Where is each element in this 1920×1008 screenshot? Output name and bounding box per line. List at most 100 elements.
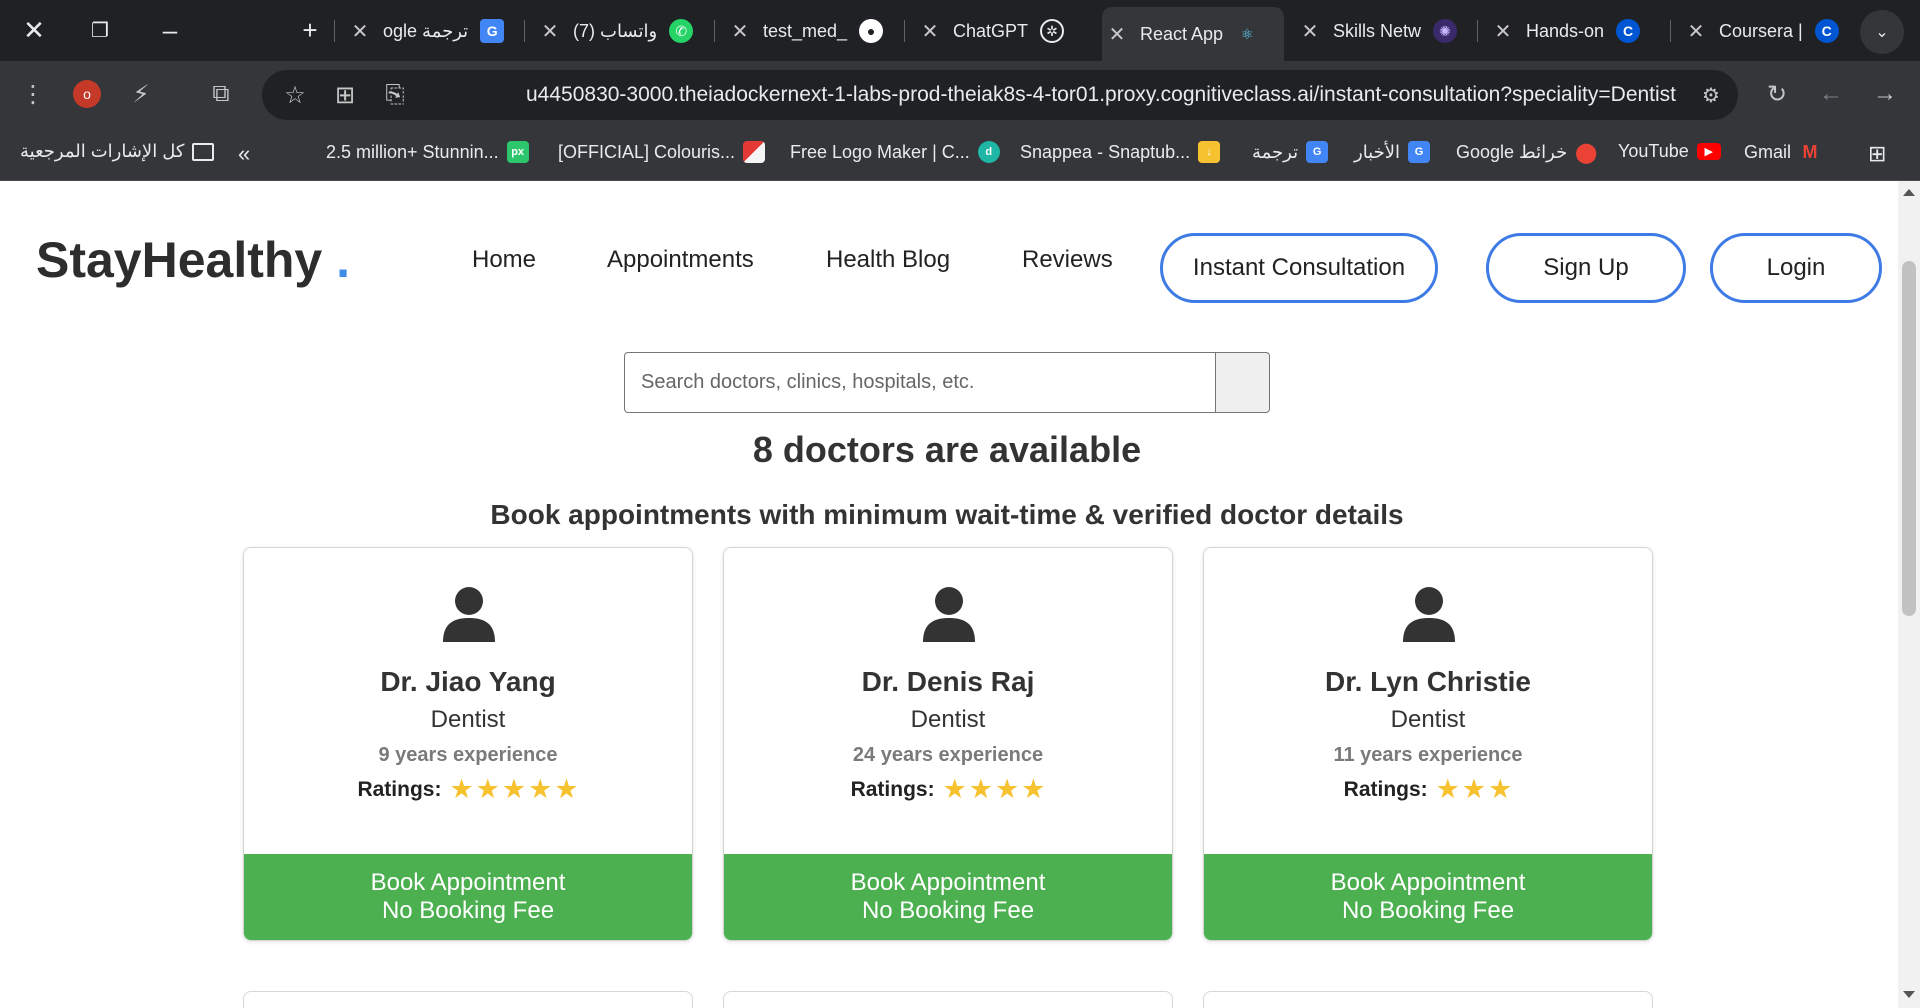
- close-tab-icon[interactable]: ✕: [1488, 19, 1518, 44]
- book-appointment-button[interactable]: Book Appointment No Booking Fee: [724, 854, 1172, 940]
- folder-icon: [192, 142, 215, 161]
- google-news-icon: G: [1408, 141, 1431, 163]
- rating-star-icon: ★: [995, 774, 1020, 804]
- react-icon: ⚛: [1240, 25, 1254, 42]
- hidden-bookmarks-chevron-icon[interactable]: «: [238, 141, 250, 167]
- bookmark-gmail[interactable]: Gmail M: [1744, 141, 1821, 163]
- book-appointment-button[interactable]: Book Appointment No Booking Fee: [244, 854, 692, 940]
- forward-arrow-icon[interactable]: →: [1866, 75, 1904, 113]
- performance-icon[interactable]: ⚡: [122, 75, 160, 113]
- nav-home-link[interactable]: Home: [472, 246, 536, 274]
- close-tab-icon[interactable]: ✕: [535, 19, 565, 44]
- scroll-down-arrow-icon[interactable]: [1903, 991, 1915, 998]
- reload-icon[interactable]: ↻: [1758, 75, 1796, 113]
- bookmark-news[interactable]: الأخبار G: [1354, 141, 1431, 163]
- doctor-rating: Ratings: ★★★★★: [357, 774, 579, 804]
- address-bar[interactable]: ☆ ⊞ ⎘ u4450830-3000.theiadockernext-1-la…: [262, 70, 1738, 120]
- browser-toolbar: ⋮ o ⚡ ⧉ ☆ ⊞ ⎘ u4450830-3000.theiadockern…: [0, 61, 1920, 127]
- back-arrow-icon[interactable]: ←: [1812, 75, 1850, 113]
- restore-window-icon[interactable]: ❐: [70, 0, 130, 61]
- tab-chatgpt[interactable]: ✕ ChatGPT ✲: [915, 9, 1085, 53]
- nav-appointments-link[interactable]: Appointments: [607, 246, 754, 274]
- rating-star-icon: ★: [475, 774, 500, 804]
- translate-page-icon[interactable]: ⊞: [326, 76, 364, 114]
- scroll-up-arrow-icon[interactable]: [1903, 189, 1915, 196]
- nav-reviews-link[interactable]: Reviews: [1022, 246, 1113, 274]
- doctor-card: [243, 991, 693, 1008]
- google-translate-icon: G: [1306, 141, 1329, 163]
- pixabay-icon: px: [506, 141, 529, 163]
- rating-star-icon: ★: [1488, 774, 1513, 804]
- rating-star-icon: ★: [968, 774, 993, 804]
- search-input[interactable]: [624, 352, 1216, 413]
- instant-consultation-button[interactable]: Instant Consultation: [1160, 233, 1438, 303]
- skills-network-icon: ✺: [1433, 19, 1458, 43]
- url-text[interactable]: u4450830-3000.theiadockernext-1-labs-pro…: [526, 83, 1676, 107]
- snappea-icon: ↓: [1198, 141, 1221, 163]
- minimize-window-icon[interactable]: –: [140, 0, 200, 61]
- nav-health-blog-link[interactable]: Health Blog: [826, 246, 950, 274]
- rating-star-icon: ★: [449, 774, 474, 804]
- colourise-icon: [743, 141, 766, 163]
- tab-react-app[interactable]: ✕ React App ⚛: [1102, 7, 1284, 61]
- bookmark-youtube[interactable]: YouTube ▶: [1618, 141, 1721, 162]
- apps-grid-icon[interactable]: ⊞: [1868, 141, 1886, 167]
- menu-kebab-icon[interactable]: ⋮: [14, 75, 52, 113]
- scroll-thumb[interactable]: [1902, 261, 1916, 616]
- doctor-card: [723, 991, 1173, 1008]
- install-app-icon[interactable]: ⎘: [376, 76, 414, 114]
- tab-github[interactable]: ✕ test_med_ ●: [725, 9, 895, 53]
- site-settings-icon[interactable]: ⚙: [1692, 76, 1730, 114]
- bookmark-star-icon[interactable]: ☆: [276, 76, 314, 114]
- bookmark-all-bookmarks[interactable]: كل الإشارات المرجعية: [20, 141, 215, 162]
- search-button[interactable]: [1215, 352, 1270, 413]
- tab-coursera[interactable]: ✕ Coursera | C: [1681, 9, 1851, 53]
- doctor-speciality: Dentist: [430, 706, 506, 733]
- bookmark-logo-maker[interactable]: Free Logo Maker | C... d: [790, 141, 1000, 163]
- site-logo[interactable]: StayHealthy .: [36, 231, 350, 289]
- bookmark-translate[interactable]: ترجمة G: [1252, 141, 1329, 163]
- google-translate-icon: G: [480, 19, 505, 43]
- chatgpt-icon: ✲: [1040, 19, 1065, 43]
- doctor-name: Dr. Denis Raj: [861, 666, 1035, 697]
- doctor-rating: Ratings: ★★★: [1343, 774, 1513, 804]
- close-tab-icon[interactable]: ✕: [1681, 19, 1711, 44]
- rating-star-icon: ★: [942, 774, 967, 804]
- doctor-avatar-icon: [1403, 587, 1455, 642]
- coursera-icon: C: [1616, 19, 1641, 43]
- login-button[interactable]: Login: [1710, 233, 1882, 303]
- profile-avatar[interactable]: o: [68, 75, 106, 113]
- doctor-rating: Ratings: ★★★★: [850, 774, 1046, 804]
- doctor-experience: 24 years experience: [852, 744, 1044, 766]
- bookmark-maps[interactable]: Google خرائط ⬤: [1456, 141, 1598, 164]
- close-window-icon[interactable]: ✕: [4, 0, 64, 61]
- logo-maker-icon: d: [977, 141, 1000, 163]
- bookmark-colourise[interactable]: [OFFICIAL] Colouris...: [558, 141, 766, 163]
- whatsapp-icon: ✆: [669, 19, 694, 43]
- doctor-speciality: Dentist: [910, 706, 986, 733]
- extensions-icon[interactable]: ⧉: [202, 75, 240, 113]
- tab-hands-on[interactable]: ✕ Hands-on C: [1488, 9, 1658, 53]
- doctor-experience: 9 years experience: [378, 744, 558, 766]
- doctor-experience: 11 years experience: [1333, 744, 1523, 766]
- book-appointment-button[interactable]: Book Appointment No Booking Fee: [1204, 854, 1652, 940]
- doctor-card: Dr. Lyn Christie Dentist 11 years experi…: [1203, 547, 1653, 941]
- tab-skills-network[interactable]: ✕ Skills Netw ✺: [1295, 9, 1465, 53]
- close-tab-icon[interactable]: ✕: [1295, 19, 1325, 44]
- tab-google-translate[interactable]: ✕ ogle ترجمة G: [345, 9, 515, 53]
- google-maps-icon: ⬤: [1575, 141, 1598, 164]
- bookmark-snappea[interactable]: Snappea - Snaptub... ↓: [1020, 141, 1221, 163]
- close-tab-icon[interactable]: ✕: [345, 19, 375, 44]
- close-tab-icon[interactable]: ✕: [725, 19, 755, 44]
- close-tab-icon[interactable]: ✕: [915, 19, 945, 44]
- page-scrollbar[interactable]: [1898, 181, 1920, 1008]
- github-icon: ●: [859, 19, 884, 43]
- bookmark-pixabay[interactable]: 2.5 million+ Stunnin... px: [326, 141, 529, 163]
- tab-whatsapp[interactable]: ✕ (7) واتساب ✆: [535, 9, 705, 53]
- new-tab-icon[interactable]: +: [280, 0, 340, 61]
- rating-star-icon: ★: [528, 774, 553, 804]
- sign-up-button[interactable]: Sign Up: [1486, 233, 1686, 303]
- doctors-available-count: 8 doctors are available: [752, 429, 1142, 470]
- close-tab-icon[interactable]: ✕: [1102, 22, 1132, 47]
- tab-search-chevron-icon[interactable]: ⌄: [1860, 10, 1904, 54]
